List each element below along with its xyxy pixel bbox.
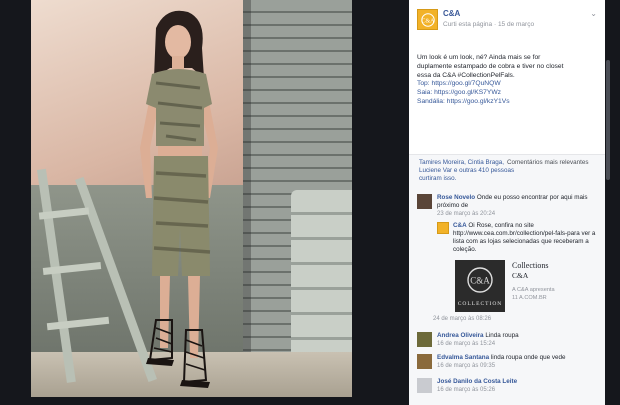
reply-body: C&A Oi Rose, confira no site http://www.… (453, 222, 599, 254)
avatar[interactable] (417, 332, 432, 347)
comment-time[interactable]: 16 de março às 15:24 (437, 341, 495, 347)
avatar[interactable] (417, 194, 432, 209)
comment-body: Andrea Oliveira Linda roupa 16 de março … (437, 332, 599, 348)
reply-time[interactable]: 24 de março às 08:26 (433, 316, 491, 322)
ca-logo-icon[interactable] (437, 222, 449, 234)
link-preview-title[interactable]: Collections (512, 261, 548, 270)
comment-item: Edvalma Santana linda roupa onde que ved… (417, 354, 599, 374)
comment-body: Edvalma Santana linda roupa onde que ved… (437, 354, 599, 370)
comment-time[interactable]: 23 de março às 20:24 (437, 211, 495, 217)
photo-ladder (35, 168, 157, 383)
comment-author[interactable]: José Danilo da Costa Leite (437, 378, 517, 385)
post-date-link[interactable]: 15 de março (498, 21, 534, 28)
ca-logo-icon[interactable]: C&A (417, 9, 438, 30)
caption-link-skirt[interactable]: Saia: https://goo.gl/KS7YWz (417, 89, 599, 98)
comment-item: Rose Novelo Onde eu posso encontrar por … (417, 194, 599, 224)
likes-summary[interactable]: Tamires Moreira, Cintia Braga, Luciene V… (419, 159, 519, 183)
caption-line: Um look é um look, né? Ainda mais se for (417, 54, 541, 61)
link-preview-image-label: COLLECTION (457, 301, 503, 307)
comment-sort-dropdown[interactable]: Comentários mais relevantes (507, 159, 589, 166)
caption-link-sandal[interactable]: Sandália: https://goo.gl/kzY1Vs (417, 98, 599, 107)
chevron-down-icon[interactable]: ⌄ (590, 9, 597, 18)
link-preview-meta: A C&A apresenta 11 A.COM.BR (512, 286, 555, 302)
likes-bar: Tamires Moreira, Cintia Braga, Luciene V… (409, 154, 605, 188)
comment-list: Rose Novelo Onde eu posso encontrar por … (409, 188, 605, 405)
link-preview-card[interactable]: C&A COLLECTION Collections C&A A C&A apr… (455, 260, 585, 314)
comment-author[interactable]: Andrea Oliveira (437, 332, 484, 339)
link-preview-subtitle: C&A (512, 271, 529, 280)
caption-line: essa da C&A #CollectionPelFals. (417, 71, 515, 79)
link-preview-domain: 11 A.COM.BR (512, 295, 547, 301)
like-page-link[interactable]: Curti esta página (443, 21, 492, 28)
page-name-link[interactable]: C&A (443, 9, 460, 18)
comment-author[interactable]: Rose Novelo (437, 194, 475, 201)
reply-text: Oi Rose, confira no site http://www.cea.… (453, 222, 596, 253)
comment-time[interactable]: 16 de março às 05:26 (437, 387, 495, 393)
comment-body: Rose Novelo Onde eu posso encontrar por … (437, 194, 599, 218)
model-figure (140, 10, 218, 388)
post-panel: C&A C&A Curti esta página · 15 de março … (409, 0, 605, 405)
avatar[interactable] (417, 354, 432, 369)
photo-bucket (291, 190, 352, 370)
comment-time[interactable]: 16 de março às 09:35 (437, 363, 495, 369)
caption-link-top[interactable]: Top: https://goo.gl/7QuNQW (417, 80, 599, 89)
reply-author[interactable]: C&A (453, 222, 467, 229)
link-preview-image: C&A COLLECTION (455, 260, 505, 312)
caption-line: duplamente estampado de cobra e tiver no… (417, 62, 564, 70)
comment-text: linda roupa onde que vede (490, 354, 566, 361)
comment-item: José Danilo da Costa Leite 16 de março à… (417, 378, 599, 400)
comment-text: Linda roupa (485, 332, 519, 339)
svg-text:C&A: C&A (421, 18, 435, 24)
avatar[interactable] (417, 378, 432, 393)
scrollbar-thumb[interactable] (606, 60, 610, 180)
post-header: C&A C&A Curti esta página · 15 de março … (409, 0, 605, 50)
comment-body: José Danilo da Costa Leite 16 de março à… (437, 378, 599, 394)
svg-text:C&A: C&A (470, 276, 490, 286)
post-meta: Curti esta página · 15 de março (443, 21, 534, 28)
post-caption: Um look é um look, né? Ainda mais se for… (417, 54, 599, 107)
scrollbar[interactable] (605, 0, 611, 405)
link-preview-desc: A C&A apresenta (512, 287, 555, 293)
photo-shadow (243, 0, 251, 352)
comment-item: Andrea Oliveira Linda roupa 16 de março … (417, 332, 599, 352)
post-photo[interactable] (31, 0, 352, 397)
comment-author[interactable]: Edvalma Santana (437, 354, 489, 361)
